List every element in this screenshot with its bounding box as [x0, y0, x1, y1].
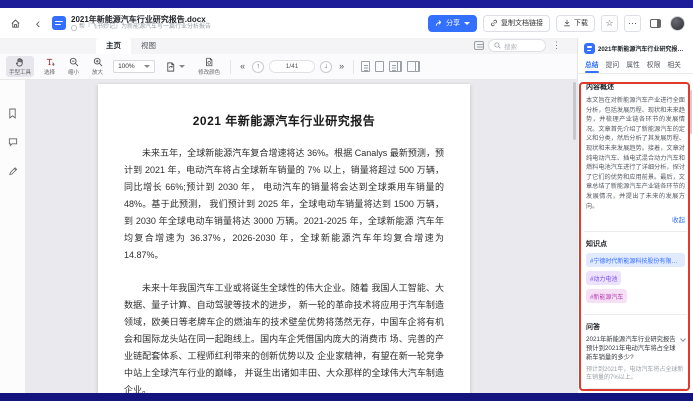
last-page-button[interactable]: »	[337, 61, 346, 72]
continuous-view-icon[interactable]	[407, 61, 417, 72]
search-placeholder: 搜索	[504, 43, 517, 51]
panel-tab-properties[interactable]: 属性	[626, 59, 640, 73]
comment-icon[interactable]	[6, 135, 20, 149]
hand-tool-button[interactable]: 手型工具	[6, 56, 35, 77]
recolor-button[interactable]: 修改颜色	[195, 56, 223, 77]
toolbar-divider	[353, 59, 355, 74]
download-icon	[564, 19, 570, 27]
window-bottom-strip	[0, 393, 693, 401]
pdf-toolbar: 手型工具 选择 缩小 放大 100% 修改颜色 « ↑ 1/41 ↓ »	[0, 54, 577, 80]
share-icon	[435, 20, 442, 26]
document-canvas[interactable]: 2021 年新能源汽车行业研究报告 未来五年，全球新能源汽车复合增速将达 36%…	[26, 80, 577, 393]
prompt-icon	[71, 24, 77, 31]
panel-divider	[584, 314, 687, 316]
next-page-button[interactable]: ↓	[320, 60, 333, 73]
back-chevron-icon[interactable]: ‹	[29, 14, 47, 32]
tab-view[interactable]: 视图	[131, 38, 166, 54]
panel-tabs: 总结 提问 属性 权限 相关	[578, 57, 693, 74]
chevron-down-icon	[680, 336, 686, 342]
download-button[interactable]: 下载	[556, 14, 595, 32]
qa-question-expanded[interactable]: 2021年新能源汽车行业研究报告预计到2021年电动汽车将占全球新车销量的多少?	[586, 336, 686, 362]
link-icon	[491, 19, 497, 27]
knowledge-chip[interactable]: #动力电池	[586, 271, 622, 286]
more-options-icon[interactable]: ⋯	[624, 14, 641, 32]
knowledge-chip[interactable]: #新能源汽车	[586, 289, 628, 304]
window-top-strip	[0, 0, 693, 8]
fit-page-view-icon[interactable]	[375, 61, 385, 72]
rotate-page-icon	[167, 61, 175, 72]
doc-icon	[52, 16, 66, 30]
pen-icon[interactable]	[6, 164, 20, 178]
chevron-down-icon	[144, 65, 151, 68]
star-icon[interactable]: ☆	[601, 14, 618, 32]
page-indicator-input[interactable]: 1/41	[269, 60, 316, 73]
document-title: 2021年新能源汽车行业研究报告.docx	[71, 14, 206, 24]
avatar[interactable]	[670, 15, 685, 31]
left-rail	[0, 80, 26, 393]
paragraph: 未来五年，全球新能源汽车复合增速将达 36%。根据 Canalys 最新预测，预…	[124, 148, 444, 260]
select-tool-button[interactable]: 选择	[41, 56, 58, 77]
zoom-out-button[interactable]: 缩小	[65, 56, 82, 77]
knowledge-title: 知识点	[586, 241, 607, 249]
zoom-in-icon	[93, 57, 102, 67]
qa-answer: 预计到2021年，电动汽车将占全球新车销量的7%以上。	[586, 366, 684, 382]
document-page: 2021 年新能源汽车行业研究报告 未来五年，全球新能源汽车复合增速将达 36%…	[98, 84, 470, 393]
panel-tab-summary[interactable]: 总结	[585, 59, 599, 73]
panel-doc-name: 2021年新能源汽车行业研究报告.docx	[598, 47, 687, 53]
zoom-in-button[interactable]: 放大	[89, 56, 106, 77]
zoom-out-icon	[69, 57, 78, 67]
text-select-icon	[46, 58, 55, 67]
panel-toggle-icon[interactable]	[647, 15, 664, 32]
copy-link-button[interactable]: 复制文档链接	[483, 14, 550, 32]
page-title: 2021 年新能源汽车行业研究报告	[192, 114, 376, 128]
panel-tab-ask[interactable]: 提问	[606, 59, 620, 73]
ribbon-tabs-row: 主页 视图 搜索 ⋮	[0, 38, 577, 54]
tab-home[interactable]: 主页	[96, 38, 131, 54]
share-caret-icon	[464, 21, 470, 25]
doc-icon	[584, 43, 595, 54]
zoom-level-select[interactable]: 100%	[113, 60, 156, 73]
panel-tab-related[interactable]: 相关	[667, 59, 681, 73]
paragraph: 未来十年我国汽车工业或将诞生全球性的伟大企业。随着 我国人工智能、大数据、量子计…	[124, 283, 444, 393]
panel-scrollbar[interactable]	[689, 90, 692, 134]
recolor-page-icon	[206, 57, 213, 67]
single-page-view-icon[interactable]	[361, 61, 371, 72]
rotate-page-button[interactable]	[162, 60, 188, 74]
kebab-menu-icon[interactable]: ⋮	[550, 40, 563, 51]
collapse-link[interactable]: 收起	[586, 214, 685, 224]
search-input[interactable]: 搜索	[488, 39, 546, 52]
first-page-button[interactable]: «	[238, 61, 247, 72]
chevron-down-icon	[179, 65, 186, 68]
knowledge-chip[interactable]: #宁德时代新能源科技股份有限公司	[586, 253, 685, 268]
outline-panel-icon[interactable]	[474, 41, 484, 50]
ai-summary-panel: 2021年新能源汽车行业研究报告.docx 总结 提问 属性 权限 相关 内容概…	[577, 38, 693, 393]
two-page-view-icon[interactable]	[389, 61, 399, 72]
panel-divider	[584, 231, 687, 233]
qa-title: 问答	[586, 324, 600, 332]
toolbar-divider	[230, 59, 232, 74]
hand-icon	[16, 58, 23, 67]
document-scrollbar[interactable]	[573, 82, 576, 140]
panel-tab-permissions[interactable]: 权限	[647, 59, 661, 73]
home-icon[interactable]	[6, 14, 24, 32]
share-button[interactable]: 分享	[428, 14, 477, 32]
search-icon	[494, 42, 501, 49]
overview-title: 内容概述	[586, 84, 614, 91]
document-subtitle: 帮『飞书妙记』为新能源汽车写一篇行业分析报告	[71, 24, 211, 31]
qa-divider	[586, 387, 685, 389]
bookmark-icon[interactable]	[6, 106, 20, 120]
prev-page-button[interactable]: ↑	[252, 60, 265, 73]
panel-content: 内容概述 本文旨在对新能源汽车产业进行全面分析，包括发展历程、现状和未来趋势，并…	[578, 74, 693, 393]
app-header: ‹ 2021年新能源汽车行业研究报告.docx 帮『飞书妙记』为新能源汽车写一篇…	[0, 8, 693, 38]
overview-body: 本文旨在对新能源汽车产业进行全面分析，包括发展历程、现状和未来趋势，并梳理产业链…	[586, 97, 685, 210]
